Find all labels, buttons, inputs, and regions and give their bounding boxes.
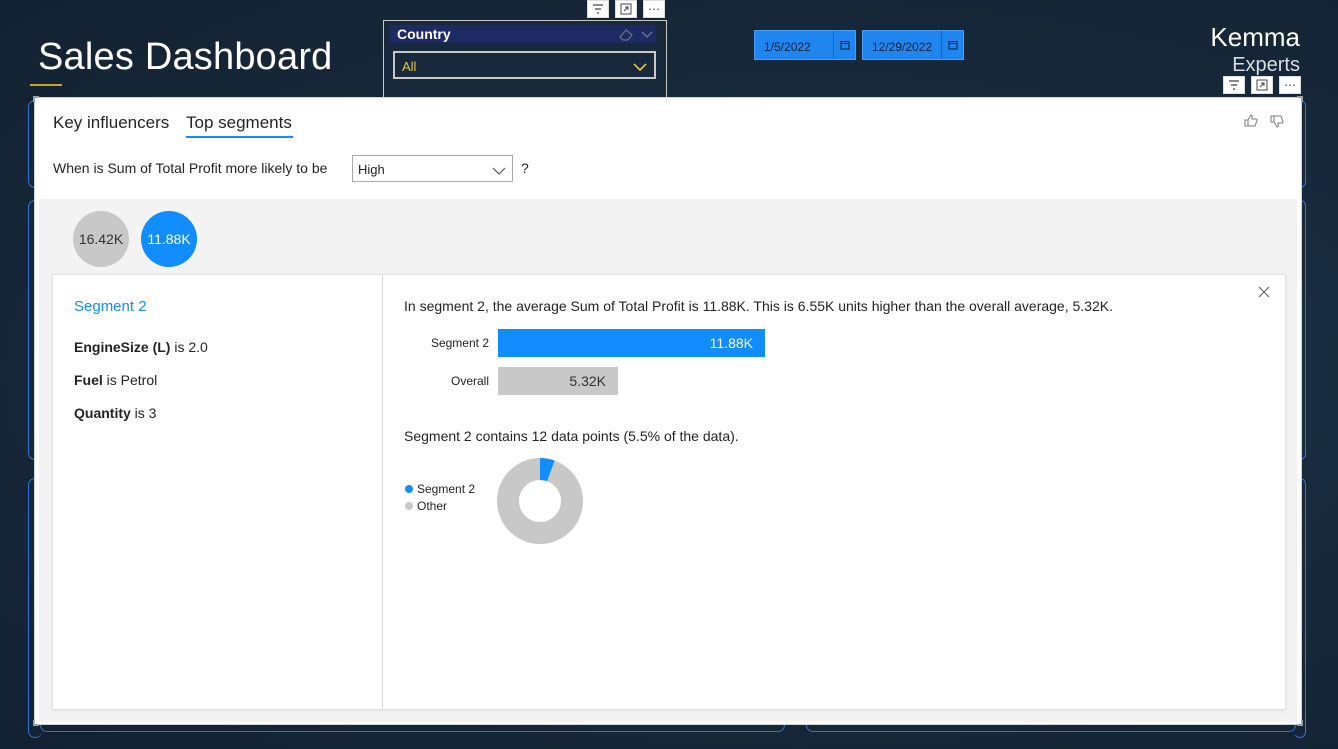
end-date-field[interactable]: 12/29/2022 <box>862 30 964 60</box>
country-dropdown-value: All <box>402 59 417 74</box>
end-date-value: 12/29/2022 <box>872 40 933 54</box>
bar-category-label: Overall <box>450 374 489 388</box>
bar-segment: 11.88K <box>498 329 765 357</box>
question-suffix: ? <box>521 160 529 176</box>
bar-category-label: Segment 2 <box>430 336 489 350</box>
more-options-icon[interactable]: ⋯ <box>1279 76 1301 94</box>
country-dropdown[interactable]: All <box>393 51 656 79</box>
filter-icon[interactable] <box>1223 76 1245 94</box>
legend-dot <box>405 502 413 510</box>
resize-handle[interactable] <box>33 96 39 102</box>
bar-value-label: 11.88K <box>709 335 753 351</box>
title-underline <box>30 84 62 86</box>
calendar-icon[interactable] <box>941 31 963 59</box>
legend-dot <box>405 485 413 493</box>
filter-icon[interactable] <box>587 0 609 18</box>
close-icon[interactable] <box>1257 285 1271 299</box>
segment-title: Segment 2 <box>74 298 147 315</box>
segment-condition: Fuel is Petrol <box>74 372 158 388</box>
tab-key-influencers[interactable]: Key influencers <box>53 113 169 133</box>
bar-value-label: 5.32K <box>569 373 606 389</box>
segments-panel: 16.42K 11.88K Segment 2 EngineSize (L) i… <box>39 199 1297 722</box>
active-tab-indicator <box>186 136 293 138</box>
focus-mode-icon[interactable] <box>1251 76 1273 94</box>
dashboard-title: Sales Dashboard <box>38 36 333 78</box>
segment-bubble-selected[interactable]: 11.88K <box>141 211 197 267</box>
brand-name: Kemma <box>1210 22 1300 52</box>
start-date-field[interactable]: 1/5/2022 <box>754 30 856 60</box>
segment-bubble[interactable]: 16.42K <box>73 211 129 267</box>
outcome-dropdown[interactable]: High <box>352 155 513 182</box>
slicer-title: Country <box>397 26 451 42</box>
tab-top-segments[interactable]: Top segments <box>186 113 292 133</box>
segment-summary: In segment 2, the average Sum of Total P… <box>404 298 1113 314</box>
brand-subtitle: Experts <box>1232 54 1300 76</box>
eraser-icon[interactable] <box>618 27 634 41</box>
more-options-icon[interactable]: ⋯ <box>643 0 665 18</box>
resize-handle[interactable] <box>1297 720 1303 726</box>
chevron-down-icon <box>632 60 648 72</box>
legend-item: Other <box>405 499 447 513</box>
segment-conditions-pane: Segment 2 EngineSize (L) is 2.0 Fuel is … <box>53 275 383 709</box>
segment-size-text: Segment 2 contains 12 data points (5.5% … <box>404 428 739 444</box>
chevron-down-icon[interactable] <box>640 27 654 39</box>
segment-share-donut <box>497 458 583 544</box>
question-prefix: When is Sum of Total Profit more likely … <box>53 160 328 176</box>
bar-overall: 5.32K <box>498 367 618 395</box>
calendar-icon[interactable] <box>833 31 855 59</box>
focus-mode-icon[interactable] <box>615 0 637 18</box>
segment-detail-card: Segment 2 EngineSize (L) is 2.0 Fuel is … <box>52 274 1286 710</box>
thumbs-up-icon[interactable] <box>1243 113 1259 129</box>
start-date-value: 1/5/2022 <box>764 40 811 54</box>
outcome-dropdown-value: High <box>358 162 385 177</box>
legend-label: Other <box>417 499 448 513</box>
chevron-down-icon <box>492 163 506 175</box>
key-influencers-visual: Key influencers Top segments When is Sum… <box>34 97 1302 725</box>
segment-condition: EngineSize (L) is 2.0 <box>74 339 208 355</box>
segment-condition: Quantity is 3 <box>74 405 157 421</box>
resize-handle[interactable] <box>33 720 39 726</box>
legend-item: Segment 2 <box>405 482 475 496</box>
resize-handle[interactable] <box>1297 96 1303 102</box>
thumbs-down-icon[interactable] <box>1269 113 1285 129</box>
country-slicer: Country All <box>383 20 667 98</box>
legend-label: Segment 2 <box>417 482 476 496</box>
